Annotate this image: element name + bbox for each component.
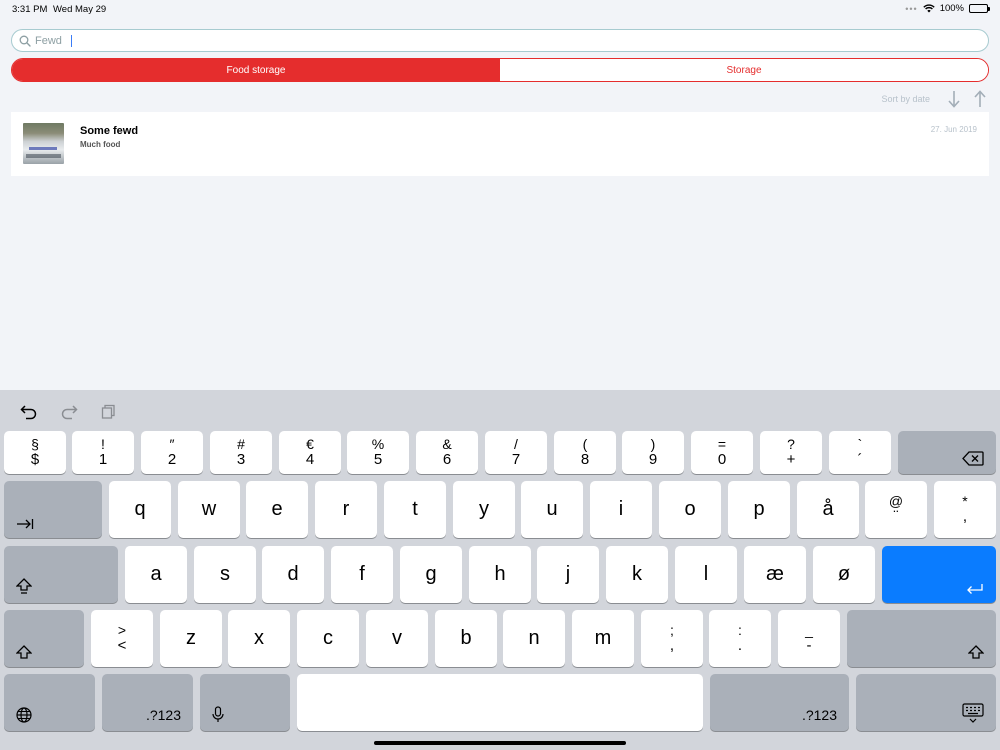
key-d[interactable]: d: [262, 546, 324, 603]
globe-icon: [16, 707, 32, 723]
key-a[interactable]: a: [125, 546, 187, 603]
key-s[interactable]: s: [194, 546, 256, 603]
key-5[interactable]: % 5: [347, 431, 409, 474]
storage-tabs: Food storage Storage: [11, 58, 989, 82]
space-key[interactable]: [297, 674, 703, 731]
hide-keyboard-key[interactable]: [856, 674, 996, 731]
key-asterisk[interactable]: *,: [934, 481, 996, 538]
hide-keyboard-icon: [962, 703, 984, 723]
key-p[interactable]: p: [728, 481, 790, 538]
battery-icon: [969, 4, 990, 13]
key-1[interactable]: ! 1: [72, 431, 134, 474]
key-4[interactable]: €4: [279, 431, 341, 474]
tab-storage[interactable]: Storage: [500, 59, 988, 81]
key-f[interactable]: f: [331, 546, 393, 603]
status-right: ••• 100%: [905, 3, 990, 14]
key-i[interactable]: i: [590, 481, 652, 538]
multitask-dots-icon: •••: [905, 3, 918, 14]
key-m[interactable]: m: [572, 610, 634, 667]
key-y[interactable]: y: [453, 481, 515, 538]
search-bar[interactable]: [11, 29, 989, 52]
key-n[interactable]: n: [503, 610, 565, 667]
sort-label: Sort by date: [881, 94, 930, 104]
numbers-key-left[interactable]: .?123: [102, 674, 193, 731]
item-title: Some fewd: [80, 125, 139, 137]
key-9[interactable]: ) 9: [622, 431, 684, 474]
shift-icon: [16, 645, 32, 659]
key-l[interactable]: l: [675, 546, 737, 603]
keyboard-toolbar: [0, 390, 1000, 430]
paste-icon[interactable]: [100, 403, 118, 421]
text-caret: [71, 35, 72, 47]
item-date: 27. Jun 2019: [930, 125, 977, 134]
sort-descending-icon[interactable]: [946, 89, 962, 109]
key-t[interactable]: t: [384, 481, 446, 538]
list-item[interactable]: Some fewd Much food 27. Jun 2019: [11, 112, 989, 176]
redo-icon[interactable]: [60, 403, 78, 421]
key-at[interactable]: @ ¨: [865, 481, 927, 538]
key-w[interactable]: w: [178, 481, 240, 538]
key-h[interactable]: h: [469, 546, 531, 603]
key-q[interactable]: q: [109, 481, 171, 538]
key-colon[interactable]: :.: [709, 610, 771, 667]
numbers-key-right[interactable]: .?123: [710, 674, 849, 731]
key-0[interactable]: = 0: [691, 431, 753, 474]
key-a-ring[interactable]: å: [797, 481, 859, 538]
key-underscore[interactable]: _ -: [778, 610, 840, 667]
key-c[interactable]: c: [297, 610, 359, 667]
key-section-dollar[interactable]: § $: [4, 431, 66, 474]
onscreen-keyboard: § $ ! 1 ″ 2 #3 €4 % 5 & 6 /7 (8 ) 9 = 0 ? + ` ´ q…: [0, 390, 1000, 750]
return-icon: [967, 584, 983, 594]
key-u[interactable]: u: [521, 481, 583, 538]
key-8[interactable]: (8: [554, 431, 616, 474]
undo-icon[interactable]: [20, 403, 38, 421]
shift-left-key[interactable]: [4, 610, 84, 667]
key-plus[interactable]: ? +: [760, 431, 822, 474]
microphone-icon: [212, 706, 224, 722]
key-r[interactable]: r: [315, 481, 377, 538]
sort-row: Sort by date: [881, 88, 988, 110]
key-angle[interactable]: > <: [91, 610, 153, 667]
key-ae[interactable]: æ: [744, 546, 806, 603]
tab-icon: [17, 519, 34, 529]
key-o-slash[interactable]: ø: [813, 546, 875, 603]
key-x[interactable]: x: [228, 610, 290, 667]
item-thumbnail: [23, 123, 64, 164]
home-indicator[interactable]: [374, 741, 626, 745]
key-o[interactable]: o: [659, 481, 721, 538]
status-date: Wed May 29: [53, 4, 107, 15]
key-k[interactable]: k: [606, 546, 668, 603]
key-g[interactable]: g: [400, 546, 462, 603]
status-time: 3:31 PM: [12, 4, 48, 15]
key-6[interactable]: & 6: [416, 431, 478, 474]
key-e[interactable]: e: [246, 481, 308, 538]
shift-icon: [968, 645, 984, 659]
battery-percent: 100%: [939, 3, 964, 14]
key-7[interactable]: /7: [485, 431, 547, 474]
tab-food-storage[interactable]: Food storage: [12, 59, 500, 81]
key-b[interactable]: b: [435, 610, 497, 667]
globe-key[interactable]: [4, 674, 95, 731]
status-bar: 3:31 PM Wed May 29 ••• 100%: [0, 0, 1000, 20]
dictation-key[interactable]: [200, 674, 290, 731]
key-v[interactable]: v: [366, 610, 428, 667]
caps-lock-key[interactable]: [4, 546, 118, 603]
item-subtitle: Much food: [80, 140, 121, 149]
tab-key[interactable]: [4, 481, 102, 538]
wifi-icon: [922, 4, 935, 13]
key-z[interactable]: z: [160, 610, 222, 667]
key-j[interactable]: j: [537, 546, 599, 603]
backspace-icon: [962, 451, 984, 466]
caps-lock-icon: [16, 578, 32, 594]
key-3[interactable]: #3: [210, 431, 272, 474]
key-2[interactable]: ″ 2: [141, 431, 203, 474]
search-input[interactable]: [35, 34, 935, 47]
key-semicolon[interactable]: ;,: [641, 610, 703, 667]
backspace-key[interactable]: [898, 431, 996, 474]
sort-ascending-icon[interactable]: [972, 89, 988, 109]
search-icon: [19, 35, 31, 47]
key-accent[interactable]: ` ´: [829, 431, 891, 474]
shift-right-key[interactable]: [847, 610, 996, 667]
return-key[interactable]: [882, 546, 996, 603]
